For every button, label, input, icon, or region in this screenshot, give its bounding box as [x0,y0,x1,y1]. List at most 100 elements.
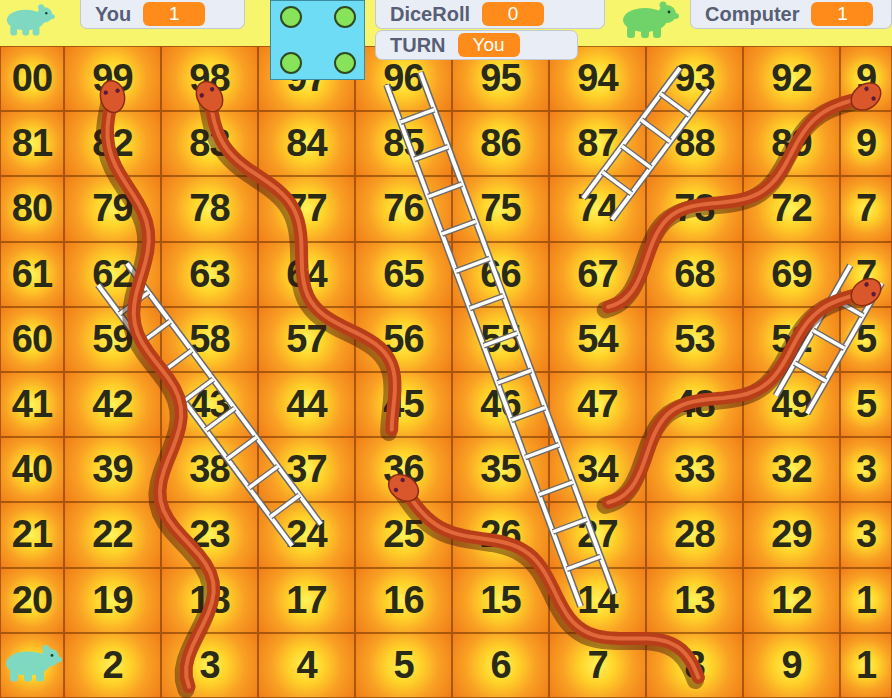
bear-icon [615,0,685,40]
board-cell: 83 [161,111,258,176]
snake [605,77,886,309]
board-cell: 21 [0,502,64,567]
board-cell: 2 [64,633,161,698]
board-cell: 58 [161,307,258,372]
board-cell: 12 [743,568,840,633]
snake-head-icon [384,469,424,507]
board-cell: 92 [743,46,840,111]
board-cell: 63 [161,242,258,307]
computer-score-monitor: Computer1 [690,0,892,29]
board-cell: 4 [258,633,355,698]
board-cell: 27 [549,502,646,567]
board-cell: 88 [646,111,743,176]
board-cell: 98 [161,46,258,111]
board-cell: 85 [355,111,452,176]
dice-pip [334,52,356,74]
board-cell: 79 [64,176,161,241]
ladder [776,265,882,413]
board-cell: 16 [355,568,452,633]
dice-pip [334,6,356,28]
board-cell: 9 [743,633,840,698]
board-cell: 75 [452,176,549,241]
snake [384,469,699,681]
board-area: 0099989796959493929818283848586878889980… [0,46,892,698]
dice[interactable] [270,0,365,80]
board-cell: 15 [452,568,549,633]
board: 0099989796959493929818283848586878889980… [0,46,892,698]
board-cell [0,633,64,698]
board-cell: 14 [549,568,646,633]
monitor-label: TURN [390,34,446,57]
board-cell: 18 [161,568,258,633]
snake-head-icon [846,77,886,115]
board-cell: 37 [258,437,355,502]
board-cell: 5 [355,633,452,698]
bear-icon [623,2,679,39]
bear-icon [6,645,62,682]
board-cell: 57 [258,307,355,372]
board-cell: 73 [646,176,743,241]
player-sprite [0,0,60,40]
board-cell: 7 [840,176,892,241]
board-cell: 49 [743,372,840,437]
board-cell: 69 [743,242,840,307]
dice-slot [304,52,331,75]
monitor-label: You [95,3,131,26]
board-cell: 1 [840,568,892,633]
board-cell: 41 [0,372,64,437]
board-cell: 24 [258,502,355,567]
snakes-and-ladders [0,46,892,698]
board-cell: 20 [0,568,64,633]
board-cell: 1 [840,633,892,698]
dice-roll-monitor: DiceRoll0 [375,0,605,29]
board-cell: 64 [258,242,355,307]
board-cell: 74 [549,176,646,241]
monitor-label: Computer [705,3,799,26]
board-cell: 62 [64,242,161,307]
board-cell: 26 [452,502,549,567]
dice-pip [280,52,302,74]
board-cell: 42 [64,372,161,437]
monitor-value: 0 [482,2,544,26]
board-cell: 54 [549,307,646,372]
board-cell: 72 [743,176,840,241]
board-cell: 46 [452,372,549,437]
board-cell: 7 [549,633,646,698]
board-cell: 48 [646,372,743,437]
board-cell: 59 [64,307,161,372]
board-cell: 3 [161,633,258,698]
dice-slot [277,28,304,51]
player-score-monitor: You 1 [80,0,245,29]
board-cell: 22 [64,502,161,567]
board-cell: 89 [743,111,840,176]
game-stage: You1DiceRoll0Computer1TURNYou00999897969… [0,0,892,698]
monitor-value: 1 [143,2,205,26]
board-cell: 33 [646,437,743,502]
board-cell: 84 [258,111,355,176]
board-cell: 65 [355,242,452,307]
board-cell: 53 [646,307,743,372]
bear-icon [0,0,60,40]
board-cell: 78 [161,176,258,241]
snake-head-icon [98,79,127,114]
board-cell: 23 [161,502,258,567]
board-cell: 43 [161,372,258,437]
snake-head-icon [846,273,886,311]
board-cell: 9 [840,111,892,176]
dice-slot [331,52,358,75]
ladder [98,263,321,545]
board-cell: 35 [452,437,549,502]
board-cell: 25 [355,502,452,567]
computer-sprite [615,0,685,40]
snake [605,273,886,505]
board-cell: 76 [355,176,452,241]
dice-slot [277,52,304,75]
board-cell: 13 [646,568,743,633]
board-cell: 29 [743,502,840,567]
board-cell: 60 [0,307,64,372]
board-cell: 3 [840,502,892,567]
monitor-value: You [458,33,520,57]
board-cell: 66 [452,242,549,307]
board-cell: 77 [258,176,355,241]
board-cell: 67 [549,242,646,307]
